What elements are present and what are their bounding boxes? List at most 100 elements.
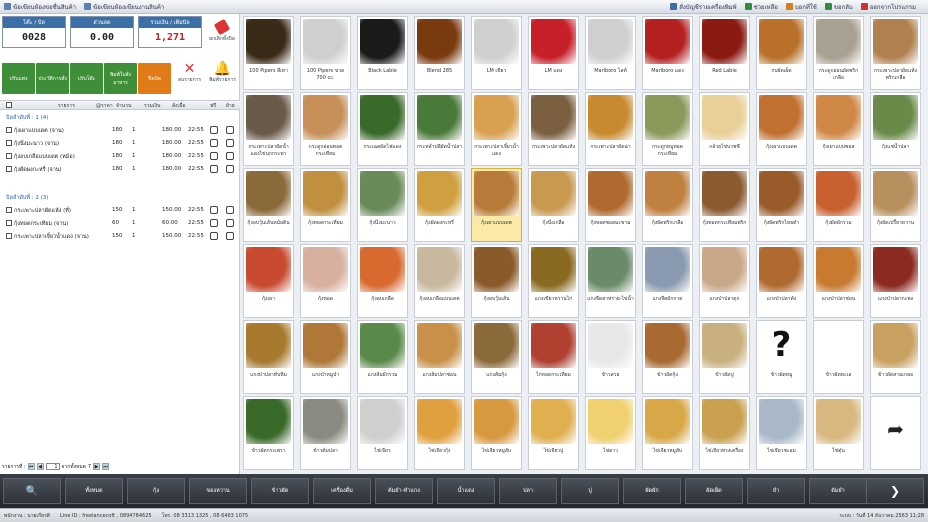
product-tile[interactable]: กระดูกอ่อนผัดพริกเกลือ: [813, 16, 864, 90]
product-tile[interactable]: กุ้งนึ่งมะนาว: [357, 168, 408, 242]
product-tile[interactable]: ข้าวผัดปู: [699, 320, 750, 394]
last-page-icon[interactable]: ⏭: [102, 463, 110, 470]
table-row[interactable]: กุ้งผัดผงกะหรี่ (จาน) 180 1 180.00 22:55: [0, 163, 240, 175]
product-tile[interactable]: Marlboro แดง: [642, 16, 693, 90]
category-10[interactable]: ผัดเผ็ด: [685, 478, 743, 504]
product-tile[interactable]: แกงส้มกุ้ง: [471, 320, 522, 394]
table-row[interactable]: กุ้งทอดกระเทียม (จาน) 60 1 60.00 22:55: [0, 217, 240, 229]
product-tile[interactable]: Red Lable: [699, 16, 750, 90]
product-tile[interactable]: LM แดง: [528, 16, 579, 90]
product-tile[interactable]: ไก่ทอดกระเทียม: [528, 320, 579, 394]
category-6[interactable]: น้ำแดง: [437, 478, 495, 504]
product-tile[interactable]: กระเพาะปลาผัดน้ำแดงไข่นกกระทา: [243, 92, 294, 166]
product-tile[interactable]: กุ้งแช่น้ำปลา: [870, 92, 921, 166]
topright-4[interactable]: ออกจากโปรแกรม: [860, 2, 916, 12]
product-tile[interactable]: แกงป่าปลากะพง: [870, 244, 921, 318]
product-tile[interactable]: กบผัดเผ็ด: [756, 16, 807, 90]
topright-0[interactable]: สั่งบัญชีรายเครื่องพิมพ์: [670, 2, 737, 12]
category-5[interactable]: ต้มยำ-ทำแกง: [375, 478, 433, 504]
product-tile[interactable]: กุ้งผัดผักรวม: [813, 168, 864, 242]
topright-1[interactable]: ช่วยเหลือ: [744, 2, 778, 12]
product-tile[interactable]: แกงป่าหมูป่า: [300, 320, 351, 394]
free-icon[interactable]: [210, 232, 218, 240]
print-list-button[interactable]: 🔔 พิมพ์รายการ: [206, 52, 239, 94]
move-icon[interactable]: [226, 219, 234, 227]
free-icon[interactable]: [210, 152, 218, 160]
row-checkbox[interactable]: [6, 140, 12, 146]
move-icon[interactable]: [226, 139, 234, 147]
product-tile[interactable]: กุ้งอบเกลือ: [357, 244, 408, 318]
action-button-0[interactable]: ปรับแต่ง: [2, 63, 35, 94]
product-tile[interactable]: 100 Pipers สีเทา: [243, 16, 294, 90]
product-tile[interactable]: ไข่เจียวทรงเครื่อง: [699, 396, 750, 470]
product-tile[interactable]: แกงเขียวหวานไก่: [528, 244, 579, 318]
product-tile[interactable]: ข้าวผัดกระเพรา: [243, 396, 294, 470]
product-tile[interactable]: แกงป่าปลาคัง: [756, 244, 807, 318]
product-tile[interactable]: ไข่เจียว: [357, 396, 408, 470]
product-tile[interactable]: แกงป่าปลาดุก: [699, 244, 750, 318]
product-tile[interactable]: ข้าวผัดสามเกลอ: [870, 320, 921, 394]
product-tile[interactable]: กุ้งทอดซอสมะขาม: [585, 168, 636, 242]
product-tile[interactable]: กระดูกอ่อนทอดกระเทียม: [300, 92, 351, 166]
product-tile[interactable]: กระหล่ำปลีผัดน้ำปลา: [414, 92, 465, 166]
row-checkbox[interactable]: [6, 166, 12, 172]
free-icon[interactable]: [210, 219, 218, 227]
category-8[interactable]: ปู: [561, 478, 619, 504]
table-row[interactable]: กุ้งอบเกลือแบบเดต (หม้อ) 180 1 180.00 22:55: [0, 150, 240, 162]
toplink-0[interactable]: ข้อเขียนห้องขอชื่นสินค้า: [4, 2, 76, 12]
product-tile[interactable]: กล้วยไข่บวชชี: [699, 92, 750, 166]
category-2[interactable]: ของหวาน: [189, 478, 247, 504]
product-tile[interactable]: ข้าวสวย: [585, 320, 636, 394]
table-row[interactable]: กระเพาะปลาผัดแห้ง (ที่) 150 1 150.00 22:55: [0, 204, 240, 216]
row-checkbox[interactable]: [6, 207, 12, 213]
category-0[interactable]: ทั้งหมด: [65, 478, 123, 504]
row-checkbox[interactable]: [6, 153, 12, 159]
product-tile[interactable]: กระเพาะปลาผัดแห้ง: [528, 92, 579, 166]
free-icon[interactable]: [210, 165, 218, 173]
category-7[interactable]: ปลา: [499, 478, 557, 504]
table-row[interactable]: กระเพาะปลาเจี๋ยวน้ำแดง (จาน) 150 1 150.00 22…: [0, 230, 240, 242]
product-tile[interactable]: ไข่ตุ๋น: [813, 396, 864, 470]
product-tile[interactable]: ข้าวต้มปลา: [300, 396, 351, 470]
bill-group-title[interactable]: บิลลำดับที่ : 2 (3): [6, 194, 48, 202]
category-11[interactable]: ยำ: [747, 478, 805, 504]
product-tile[interactable]: Blend 285: [414, 16, 465, 90]
product-tile[interactable]: ไข่เจียวกุ้ง: [414, 396, 465, 470]
page-input[interactable]: 1: [45, 463, 60, 470]
row-checkbox[interactable]: [6, 127, 12, 133]
product-tile[interactable]: LM เขียว: [471, 16, 522, 90]
product-tile[interactable]: แกงป่าปลาทับทิม: [243, 320, 294, 394]
product-tile[interactable]: กระเฉดผัดไฟแดง: [357, 92, 408, 166]
move-icon[interactable]: [226, 152, 234, 160]
toplink-1[interactable]: ข้อเขียนห้องเขียนงานสินค้า: [84, 2, 164, 12]
product-tile[interactable]: ไข่เจียวปู: [528, 396, 579, 470]
product-tile[interactable]: กุ้งผัดพริกเกลือ: [642, 168, 693, 242]
product-tile[interactable]: กระเพาะปลาผัดฉ่า: [585, 92, 636, 166]
category-12[interactable]: ต้มยำ: [809, 478, 867, 504]
next-page-tile[interactable]: ➦: [870, 396, 921, 470]
product-tile[interactable]: Marlboro ไลท์: [585, 16, 636, 90]
product-tile[interactable]: ไข่เจียวชะอม: [756, 396, 807, 470]
product-tile[interactable]: แกงส้มปลาช่อน: [414, 320, 465, 394]
product-tile[interactable]: Black Lable: [357, 16, 408, 90]
move-icon[interactable]: [226, 206, 234, 214]
product-tile[interactable]: ? ข้าวผัดหมู: [756, 320, 807, 394]
free-icon[interactable]: [210, 206, 218, 214]
product-tile[interactable]: กุ้งเผาแบบเดต: [756, 92, 807, 166]
category-1[interactable]: กุ้ง: [127, 478, 185, 504]
product-tile[interactable]: กระดูกหมูทอดกระเทียม: [642, 92, 693, 166]
select-all-checkbox[interactable]: [6, 102, 12, 108]
product-tile[interactable]: กุ้งอบเกลือแบบเดต: [414, 244, 465, 318]
action-button-4[interactable]: ปิดบิล: [138, 63, 171, 94]
product-tile[interactable]: กุ้งผัดเปรี้ยวหวาน: [870, 168, 921, 242]
product-tile[interactable]: แกงป่าปลาช่อน: [813, 244, 864, 318]
move-icon[interactable]: [226, 126, 234, 134]
product-tile[interactable]: กระเพาะปลาเจี๋ยวน้ำแดง: [471, 92, 522, 166]
erase-bill-button[interactable]: ยกเลิกทั้งบิล: [206, 16, 238, 48]
product-tile[interactable]: ไข่ดาว: [585, 396, 636, 470]
action-button-2[interactable]: ปรับโต๊ะ: [70, 63, 103, 94]
search-button[interactable]: 🔍: [3, 478, 61, 504]
product-tile[interactable]: กุ้งทอด: [300, 244, 351, 318]
product-tile[interactable]: กุ้งเผาแบบเดต: [471, 168, 522, 242]
product-tile[interactable]: ไข่เจียวหมูสับ: [642, 396, 693, 470]
